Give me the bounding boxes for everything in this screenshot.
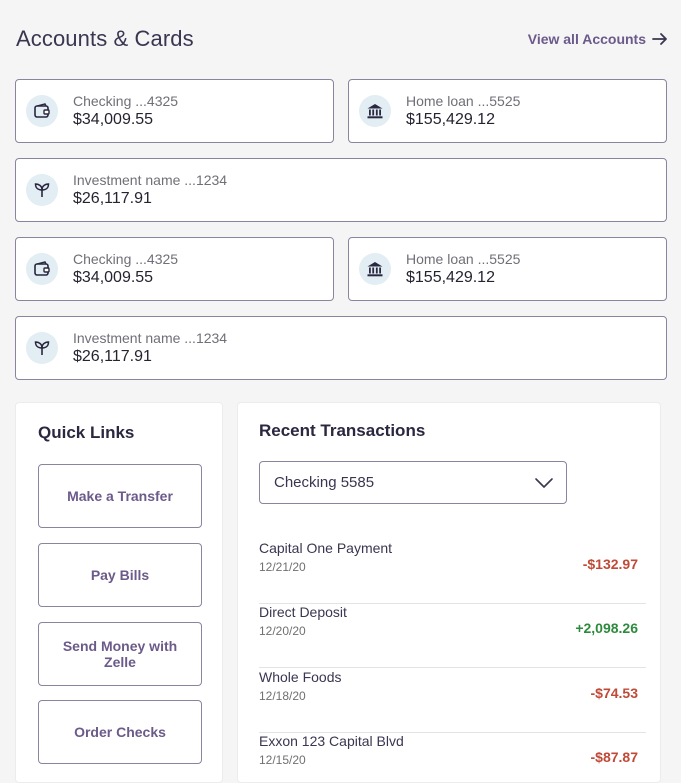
transaction-description: Exxon 123 Capital Blvd — [259, 733, 404, 749]
wallet-icon — [26, 253, 58, 285]
account-balance: $34,009.55 — [73, 269, 154, 286]
transaction-date: 12/20/20 — [259, 624, 306, 638]
account-card-checking[interactable]: Checking ...4325 $34,009.55 — [15, 237, 334, 301]
transaction-row[interactable]: Capital One Payment 12/21/20 -$132.97 — [259, 540, 646, 604]
account-balance: $155,429.12 — [406, 269, 495, 286]
transaction-amount: -$132.97 — [582, 556, 638, 572]
page-title: Accounts & Cards — [16, 26, 194, 51]
plant-icon — [26, 332, 58, 364]
account-name: Investment name ...1234 — [73, 330, 228, 346]
order-checks-button[interactable]: Order Checks — [38, 700, 202, 764]
transaction-amount: +2,098.26 — [575, 620, 638, 636]
account-select-value: Checking 5585 — [274, 474, 375, 491]
view-all-accounts-link[interactable]: View all Accounts — [528, 31, 668, 47]
transaction-description: Direct Deposit — [259, 604, 347, 620]
transaction-amount: -$74.53 — [590, 685, 638, 701]
transaction-description: Whole Foods — [259, 669, 342, 685]
account-card-checking[interactable]: Checking ...4325 $34,009.55 — [15, 79, 334, 143]
chevron-down-icon — [535, 478, 553, 488]
transaction-date: 12/15/20 — [259, 753, 306, 767]
account-select[interactable]: Checking 5585 — [259, 461, 567, 504]
wallet-icon — [26, 95, 58, 127]
plant-icon — [26, 174, 58, 206]
recent-transactions-panel: Recent Transactions Checking 5585 Capita… — [237, 402, 661, 783]
account-card-home-loan[interactable]: Home loan ...5525 $155,429.12 — [348, 79, 667, 143]
account-card-home-loan[interactable]: Home loan ...5525 $155,429.12 — [348, 237, 667, 301]
send-money-zelle-button[interactable]: Send Money with Zelle — [38, 622, 202, 686]
account-balance: $155,429.12 — [406, 111, 495, 128]
account-name: Home loan ...5525 — [406, 93, 521, 109]
account-balance: $26,117.91 — [73, 190, 152, 207]
account-name: Checking ...4325 — [73, 93, 179, 109]
quick-links-panel: Quick Links Make a Transfer Pay Bills Se… — [15, 402, 223, 783]
arrow-right-icon — [652, 33, 667, 45]
account-name: Home loan ...5525 — [406, 251, 521, 267]
transaction-row[interactable]: Exxon 123 Capital Blvd 12/15/20 -$87.87 — [259, 733, 646, 782]
pay-bills-button[interactable]: Pay Bills — [38, 543, 202, 607]
account-card-investment[interactable]: Investment name ...1234 $26,117.91 — [15, 316, 667, 380]
make-transfer-button[interactable]: Make a Transfer — [38, 464, 202, 528]
view-all-accounts-label: View all Accounts — [527, 31, 646, 47]
transaction-date: 12/21/20 — [259, 560, 306, 574]
bank-icon — [359, 95, 391, 127]
quick-links-title: Quick Links — [38, 423, 135, 442]
account-balance: $26,117.91 — [73, 348, 152, 365]
account-balance: $34,009.55 — [73, 111, 154, 128]
transaction-amount: -$87.87 — [590, 749, 638, 765]
transaction-row[interactable]: Whole Foods 12/18/20 -$74.53 — [259, 669, 646, 733]
transaction-row[interactable]: Direct Deposit 12/20/20 +2,098.26 — [259, 604, 646, 668]
account-name: Investment name ...1234 — [73, 172, 228, 188]
accounts-header: Accounts & Cards View all Accounts — [16, 26, 668, 54]
account-card-investment[interactable]: Investment name ...1234 $26,117.91 — [15, 158, 667, 222]
bank-icon — [359, 253, 391, 285]
transaction-date: 12/18/20 — [259, 689, 306, 703]
recent-transactions-title: Recent Transactions — [259, 421, 426, 440]
transaction-description: Capital One Payment — [259, 540, 393, 556]
account-name: Checking ...4325 — [73, 251, 179, 267]
